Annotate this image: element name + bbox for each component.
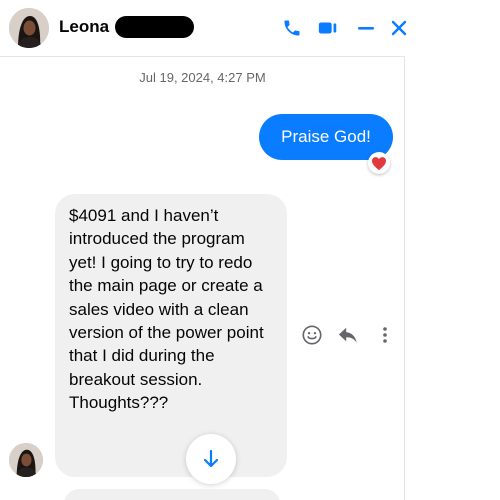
incoming-message-bubble[interactable]: $4091 and I haven’t introduced the progr… [55,194,287,477]
chat-header: Leona [0,0,407,57]
contact-avatar[interactable] [9,8,49,48]
reply-icon[interactable] [335,322,361,348]
chat-window: Leona Jul 19, 2024, 4:27 PM Praise God! [0,0,407,500]
more-icon[interactable] [372,322,398,348]
react-icon[interactable] [299,322,325,348]
heart-reaction-icon[interactable] [368,152,390,174]
phone-icon[interactable] [280,16,304,40]
scroll-to-bottom-button[interactable] [186,434,236,484]
incoming-message-bubble-partial[interactable] [64,489,280,500]
close-icon[interactable] [387,16,411,40]
arrow-down-icon [203,449,219,468]
contact-name[interactable]: Leona [59,17,109,37]
minimize-icon[interactable] [354,16,378,40]
sender-avatar[interactable] [9,443,43,477]
video-icon[interactable] [316,16,340,40]
outgoing-message-text: Praise God! [281,127,371,146]
incoming-message-text: $4091 and I haven’t introduced the progr… [69,206,264,413]
message-timestamp: Jul 19, 2024, 4:27 PM [139,70,266,85]
name-redaction [115,16,194,38]
